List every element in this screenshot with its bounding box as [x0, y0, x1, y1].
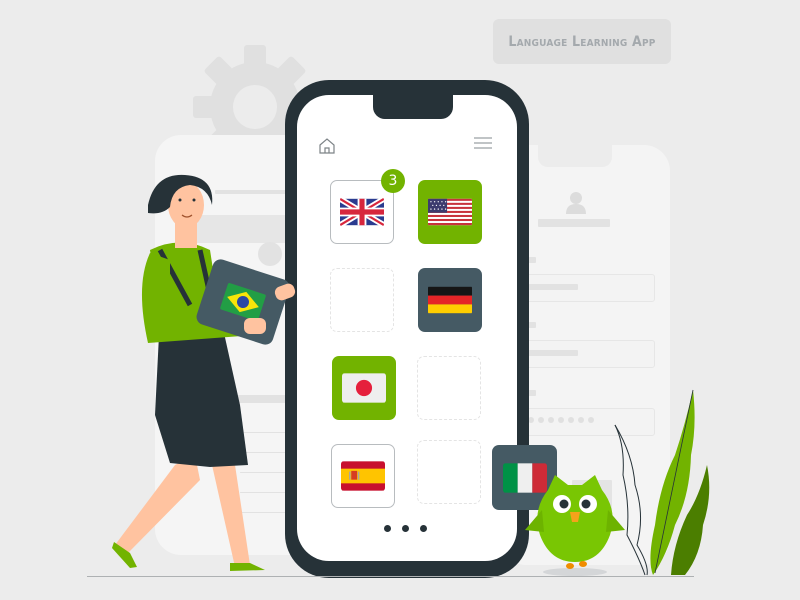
notification-badge: 3: [381, 169, 405, 193]
pagination-dots[interactable]: [384, 525, 427, 532]
app-title-badge: Language Learning App: [493, 19, 671, 64]
spain-flag-icon: [341, 461, 385, 491]
password-dots: [528, 417, 594, 423]
username-placeholder: [538, 219, 610, 227]
page-dot[interactable]: [402, 525, 409, 532]
woman-illustration: [112, 174, 265, 571]
language-tile-japan[interactable]: [332, 356, 396, 420]
phone-notch: [373, 95, 453, 119]
hamburger-menu-icon[interactable]: [473, 136, 493, 150]
background-phone-notch: [538, 145, 612, 167]
field-value: [528, 284, 578, 290]
plant-illustration: [614, 389, 710, 576]
japan-flag-icon: [342, 373, 386, 403]
field-label: [528, 390, 536, 396]
language-tile-spain[interactable]: [331, 444, 395, 508]
field-label: [528, 322, 536, 328]
ground-line: [87, 576, 694, 577]
empty-tile-slot[interactable]: [417, 356, 481, 420]
empty-tile-slot[interactable]: [330, 268, 394, 332]
page-dot[interactable]: [384, 525, 391, 532]
user-icon: [566, 192, 586, 214]
hand: [244, 318, 266, 334]
empty-tile-slot[interactable]: [417, 440, 481, 504]
uk-flag-icon: [340, 197, 384, 227]
field-label: [528, 257, 536, 263]
germany-flag-icon: [428, 286, 472, 314]
app-title: Language Learning App: [508, 33, 656, 50]
brazil-flag-icon: [220, 283, 266, 321]
language-tile-us[interactable]: [418, 180, 482, 244]
field-value: [528, 350, 578, 356]
home-icon[interactable]: [318, 137, 336, 155]
us-flag-icon: [428, 198, 472, 226]
language-tile-germany[interactable]: [418, 268, 482, 332]
page-dot[interactable]: [420, 525, 427, 532]
